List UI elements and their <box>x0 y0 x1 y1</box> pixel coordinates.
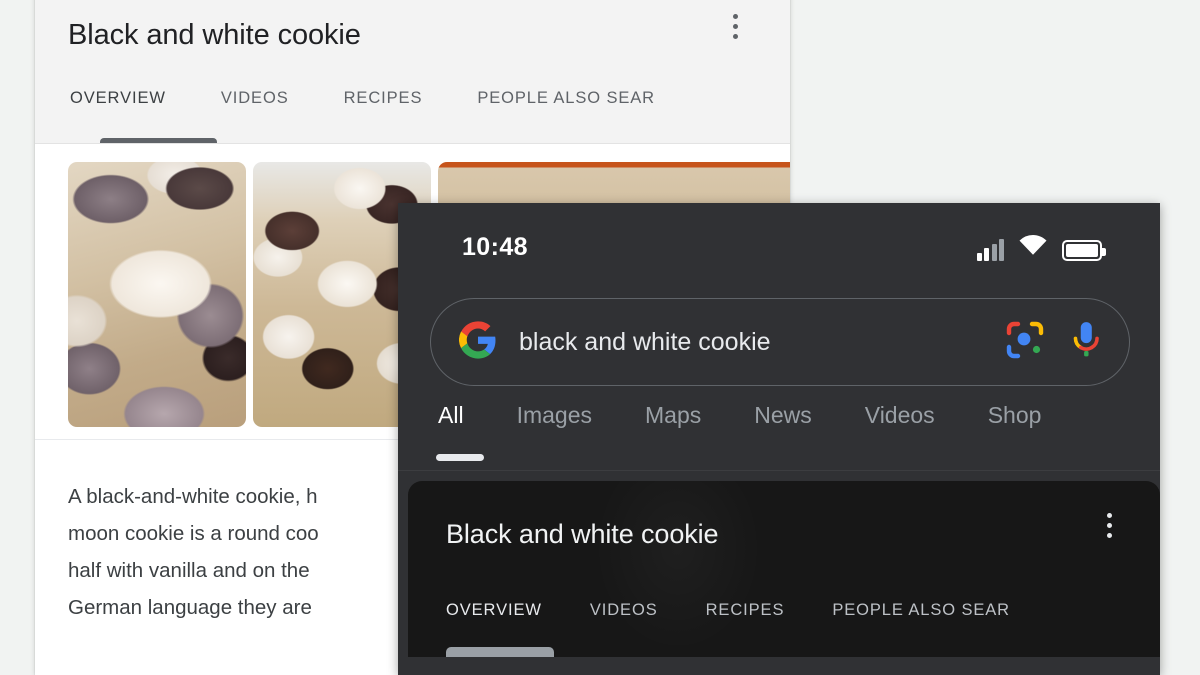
kebab-dot <box>732 33 738 39</box>
more-vert-icon[interactable] <box>1107 513 1112 538</box>
kebab-dot <box>732 23 738 29</box>
google-g-icon <box>459 320 497 364</box>
status-bar-clock: 10:48 <box>462 233 528 261</box>
signal-bar <box>976 253 982 261</box>
card-title: Black and white cookie <box>446 519 719 549</box>
wifi-icon <box>1018 233 1048 261</box>
light-panel-tabs: OVERVIEW VIDEOS RECIPES PEOPLE ALSO SEAR <box>35 90 790 144</box>
screenshot-stage: Black and white cookie OVERVIEW VIDEOS R… <box>0 0 1200 675</box>
active-tab-indicator <box>446 647 554 657</box>
microphone-icon[interactable] <box>1069 320 1103 365</box>
battery-full-icon <box>1062 240 1106 261</box>
search-input[interactable]: black and white cookie <box>519 328 981 357</box>
tab-videos[interactable]: VIDEOS <box>590 601 658 620</box>
tab-recipes[interactable]: RECIPES <box>706 601 785 620</box>
status-bar-icons <box>976 231 1106 261</box>
card-bottom-strip <box>408 657 1160 675</box>
status-bar: 10:48 <box>398 203 1160 291</box>
tab-overview[interactable]: OVERVIEW <box>446 601 542 620</box>
tab-videos[interactable]: Videos <box>865 404 935 427</box>
tab-news[interactable]: News <box>754 404 812 427</box>
tab-overview[interactable]: OVERVIEW <box>68 90 168 107</box>
kebab-dot <box>732 13 738 19</box>
tab-shopping[interactable]: Shop <box>988 404 1042 427</box>
signal-bar <box>984 248 989 261</box>
tab-people-also-search[interactable]: PEOPLE ALSO SEAR <box>475 90 657 107</box>
active-tab-indicator <box>436 454 484 461</box>
tab-people-also-search[interactable]: PEOPLE ALSO SEAR <box>832 601 1010 620</box>
tab-recipes[interactable]: RECIPES <box>342 90 425 107</box>
more-vert-icon[interactable] <box>722 6 748 46</box>
tab-images[interactable]: Images <box>517 404 592 427</box>
tab-maps[interactable]: Maps <box>645 404 701 427</box>
signal-bar <box>991 244 997 261</box>
page-title: Black and white cookie <box>68 19 361 51</box>
search-bar[interactable]: black and white cookie <box>430 298 1130 386</box>
tab-all[interactable]: All <box>438 404 464 427</box>
cell-signal-icon <box>976 239 1004 261</box>
light-panel-header: Black and white cookie <box>35 0 790 90</box>
search-category-tabs: All Images Maps News Videos Shop <box>398 404 1160 466</box>
tabs-divider <box>398 470 1160 471</box>
kebab-dot <box>1107 533 1112 538</box>
card-watermark <box>593 481 763 653</box>
signal-bar <box>999 239 1004 261</box>
kebab-dot <box>1107 523 1112 528</box>
card-tabs: OVERVIEW VIDEOS RECIPES PEOPLE ALSO SEAR <box>446 601 1058 620</box>
kebab-dot <box>1107 513 1112 518</box>
thumbnail-image-1[interactable] <box>68 162 246 427</box>
dark-knowledge-card: Black and white cookie OVERVIEW VIDEOS R… <box>408 481 1160 675</box>
tab-videos[interactable]: VIDEOS <box>219 90 291 107</box>
google-lens-icon[interactable] <box>1005 320 1045 365</box>
